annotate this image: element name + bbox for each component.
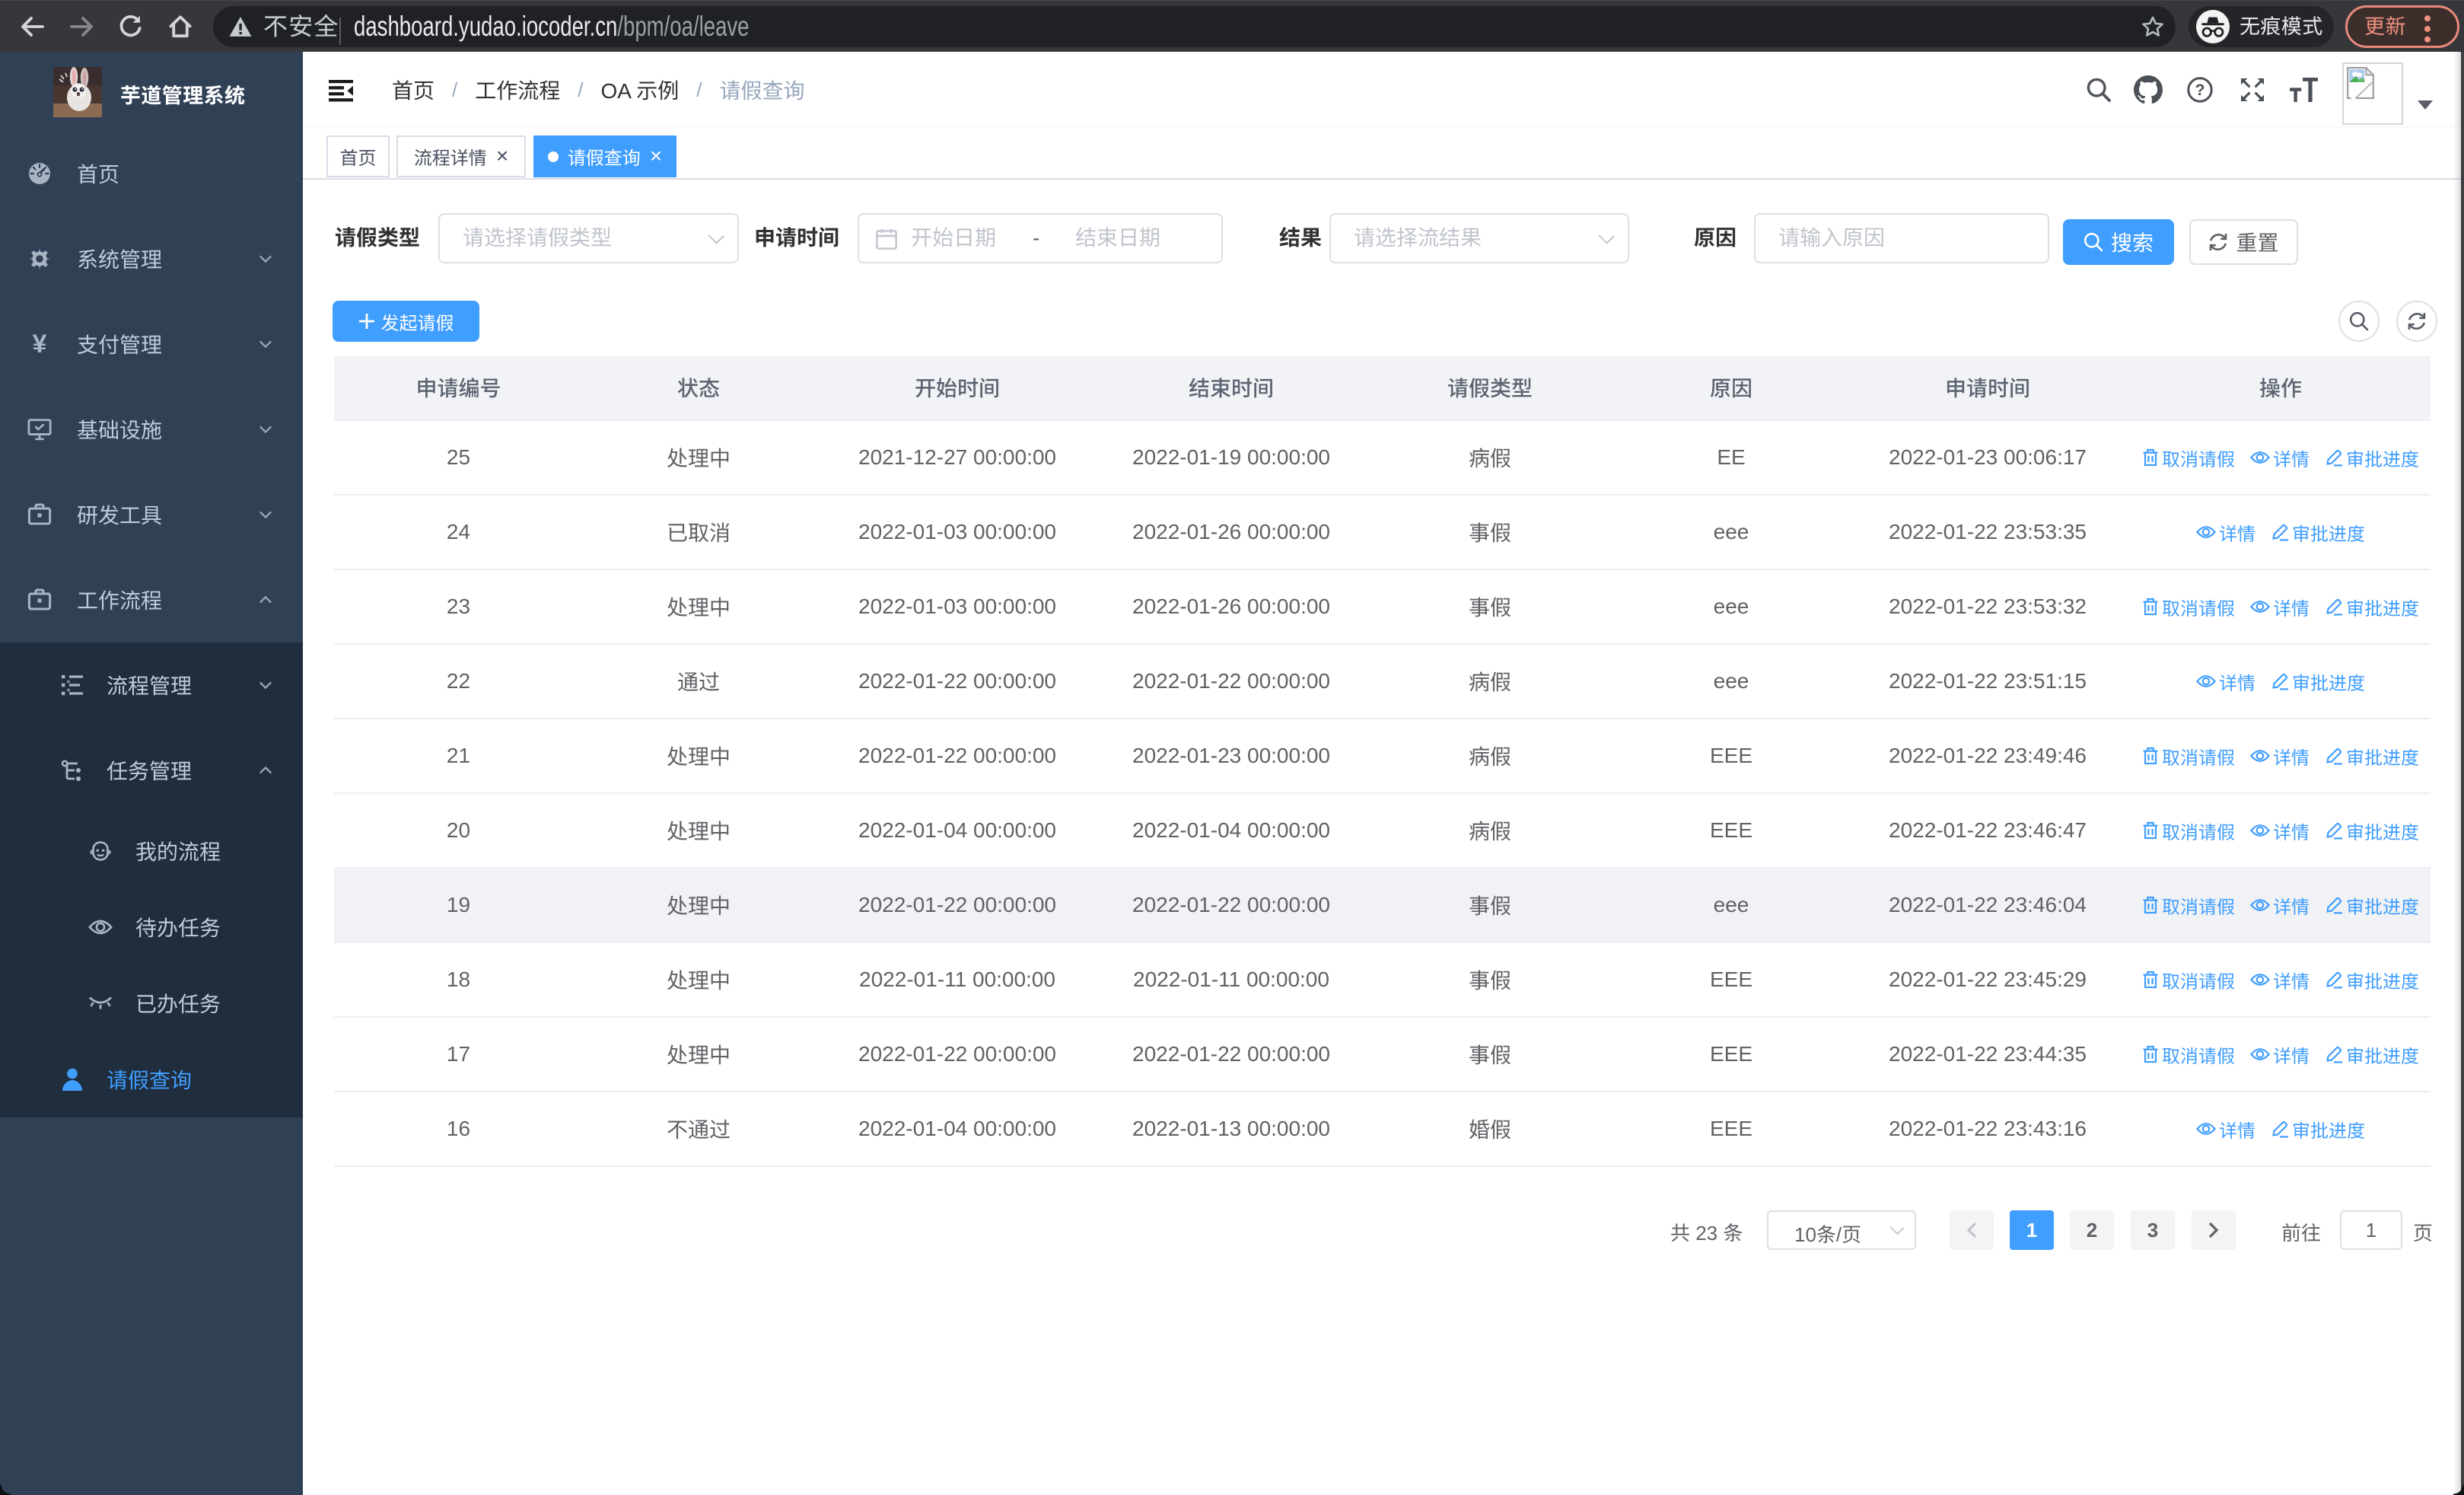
svg-text:?: ? xyxy=(2195,81,2205,99)
